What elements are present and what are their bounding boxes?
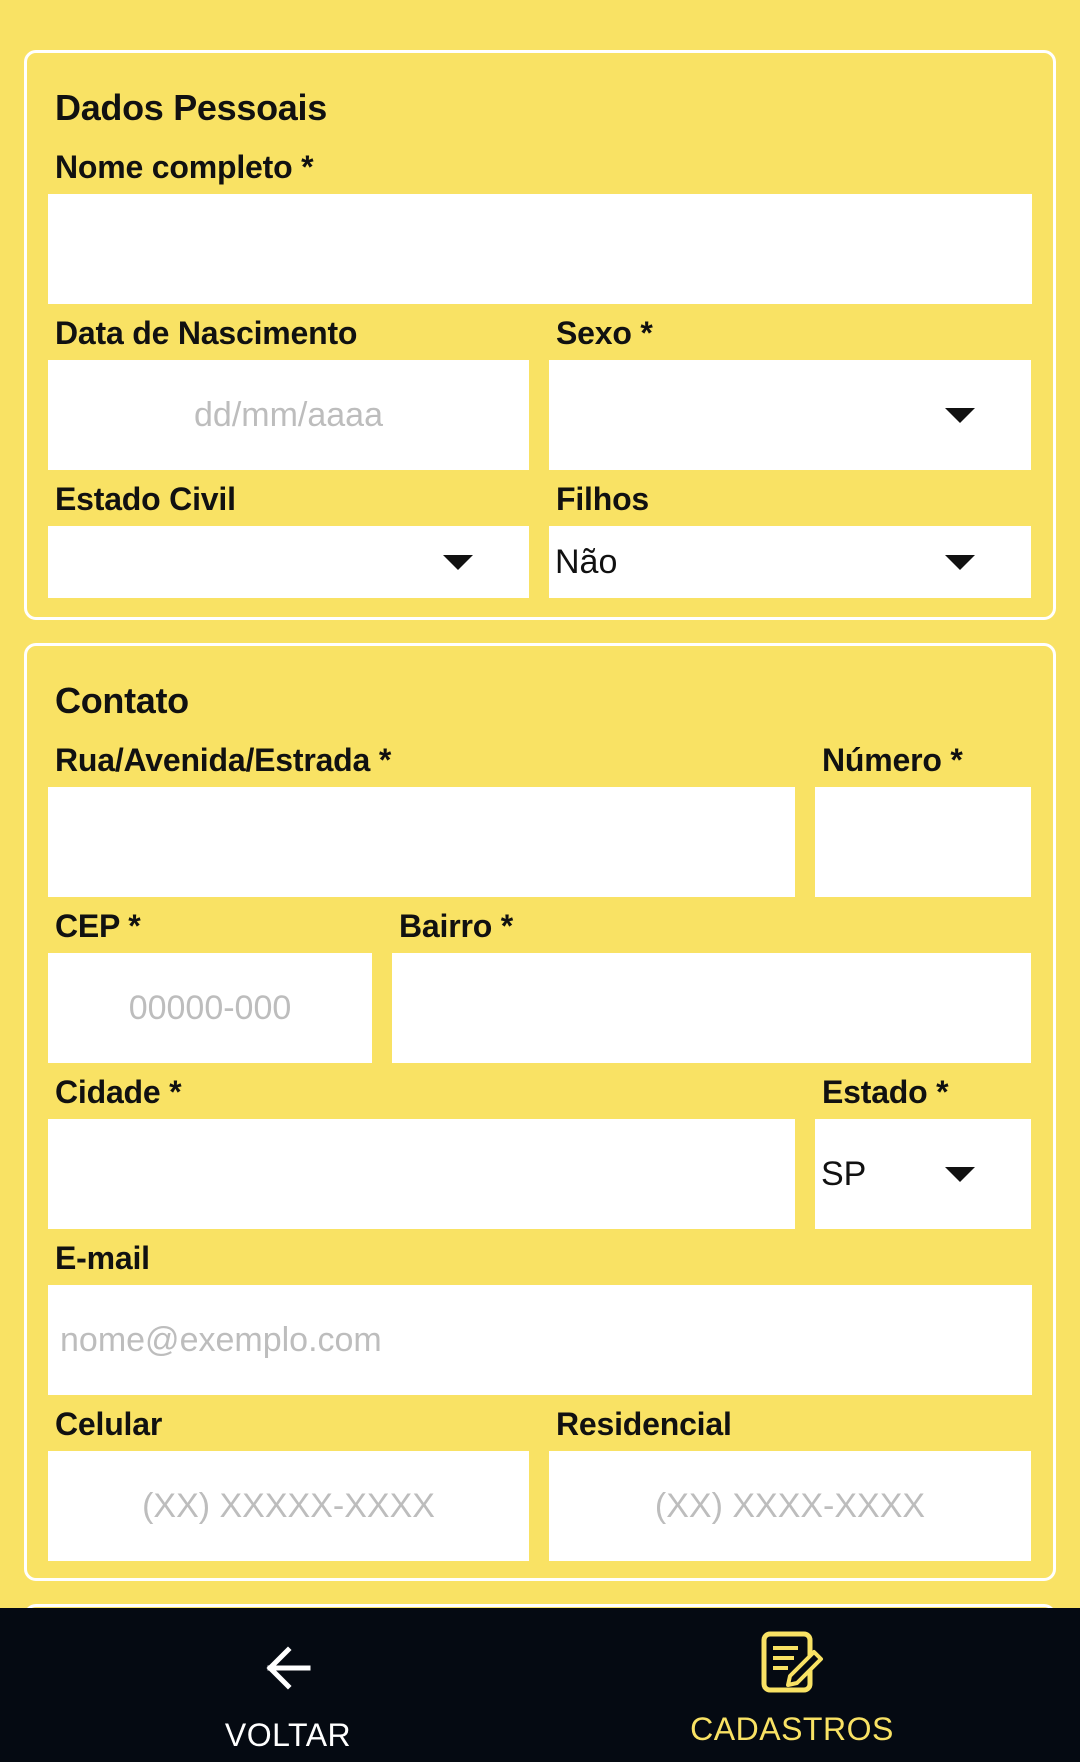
back-label: VOLTAR	[224, 1717, 352, 1753]
street-input[interactable]	[48, 787, 795, 897]
sex-select[interactable]	[549, 360, 1031, 470]
cep-input[interactable]: 00000-000	[48, 953, 372, 1063]
full-name-label: Nome completo *	[55, 149, 314, 185]
email-input[interactable]: nome@exemplo.com	[48, 1285, 1032, 1395]
marital-status-label: Estado Civil	[55, 481, 236, 517]
registrations-label: CADASTROS	[690, 1711, 894, 1747]
registration-page: Dados Pessoais Nome completo * Data de N…	[0, 0, 1080, 1762]
mobile-input[interactable]: (XX) XXXXX-XXXX	[48, 1451, 529, 1561]
cep-placeholder: 00000-000	[128, 988, 292, 1027]
birth-date-label: Data de Nascimento	[55, 315, 358, 351]
birth-date-input[interactable]: dd/mm/aaaa	[48, 360, 529, 470]
city-input[interactable]	[48, 1119, 795, 1229]
children-value: Não	[555, 542, 618, 581]
mobile-placeholder: (XX) XXXXX-XXXX	[142, 1486, 435, 1525]
edit-document-icon	[760, 1630, 824, 1701]
district-label: Bairro *	[399, 908, 513, 944]
marital-status-select[interactable]	[48, 526, 529, 598]
email-label: E-mail	[55, 1240, 150, 1276]
street-label: Rua/Avenida/Estrada *	[55, 742, 392, 778]
mobile-label: Celular	[55, 1406, 163, 1442]
number-input[interactable]	[815, 787, 1031, 897]
chevron-down-icon	[945, 1167, 975, 1182]
birth-date-placeholder: dd/mm/aaaa	[194, 395, 383, 434]
bottom-navigation-bar: VOLTAR CADASTROS	[0, 1608, 1080, 1762]
district-input[interactable]	[392, 953, 1031, 1063]
state-select[interactable]: SP	[815, 1119, 1031, 1229]
section-title-contact: Contato	[55, 680, 189, 721]
number-label: Número *	[822, 742, 963, 778]
children-select[interactable]: Não	[549, 526, 1031, 598]
contact-section: Contato Rua/Avenida/Estrada * Número * C…	[24, 643, 1056, 1581]
state-label: Estado *	[822, 1074, 949, 1110]
chevron-down-icon	[945, 408, 975, 423]
home-phone-placeholder: (XX) XXXX-XXXX	[654, 1486, 926, 1525]
section-title-personal: Dados Pessoais	[55, 87, 327, 128]
full-name-input[interactable]	[48, 194, 1032, 304]
email-placeholder: nome@exemplo.com	[60, 1320, 382, 1359]
state-value: SP	[821, 1154, 867, 1193]
registrations-button[interactable]: CADASTROS	[660, 1608, 924, 1762]
chevron-down-icon	[945, 555, 975, 570]
back-button[interactable]: VOLTAR	[188, 1608, 388, 1762]
arrow-left-icon	[262, 1642, 314, 1699]
cep-label: CEP *	[55, 908, 141, 944]
personal-data-section: Dados Pessoais Nome completo * Data de N…	[24, 50, 1056, 620]
home-phone-label: Residencial	[556, 1406, 732, 1442]
home-phone-input[interactable]: (XX) XXXX-XXXX	[549, 1451, 1031, 1561]
sex-label: Sexo *	[556, 315, 653, 351]
chevron-down-icon	[443, 555, 473, 570]
city-label: Cidade *	[55, 1074, 182, 1110]
children-label: Filhos	[556, 481, 650, 517]
